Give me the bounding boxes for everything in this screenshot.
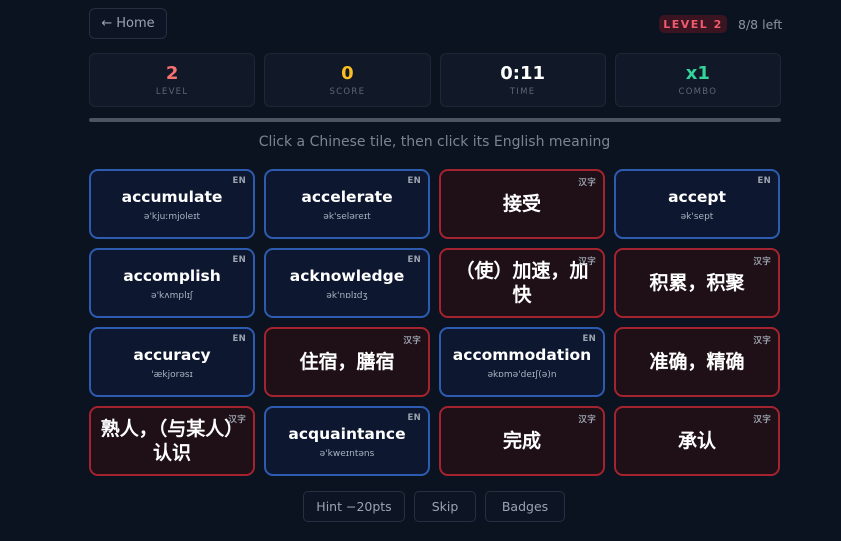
tile-tag: EN	[232, 334, 246, 344]
stat-value: 0:11	[500, 62, 546, 84]
stat-score: 0 SCORE	[264, 53, 431, 107]
english-tile[interactable]: EN accommodation əkɒmə'deɪʃ(ə)n	[439, 327, 605, 397]
skip-button[interactable]: Skip	[414, 491, 476, 522]
chinese-tile[interactable]: 汉字 熟人，（与某人）认识	[89, 406, 255, 476]
tile-chinese-text: 准确，精确	[649, 351, 745, 373]
tile-tag: EN	[757, 176, 771, 186]
tile-chinese-text: 积累，积聚	[649, 272, 745, 294]
footer-actions: Hint −20pts Skip Badges	[303, 491, 565, 522]
tile-tag: EN	[407, 176, 421, 186]
tile-word: accommodation	[452, 345, 592, 364]
stat-label: COMBO	[678, 86, 718, 97]
stat-value: 0	[341, 62, 354, 84]
badges-button[interactable]: Badges	[485, 491, 565, 522]
tile-tag: 汉字	[753, 415, 771, 425]
tile-chinese-text: 住宿，膳宿	[299, 351, 395, 373]
chinese-tile[interactable]: 汉字接受	[439, 169, 605, 239]
english-tile[interactable]: EN acknowledge ək'nɒlɪdʒ	[264, 248, 430, 318]
chinese-tile[interactable]: 汉字承认	[614, 406, 780, 476]
left-arrow-icon: ←	[101, 16, 113, 31]
stats-bar: 2 LEVEL 0 SCORE 0:11 TIME x1 COMBO	[89, 53, 781, 107]
chinese-tile[interactable]: 汉字 积累，积聚	[614, 248, 780, 318]
tile-tag: EN	[407, 413, 421, 423]
tile-tag: 汉字	[753, 257, 771, 267]
home-label: Home	[116, 16, 155, 31]
tile-tag: EN	[232, 255, 246, 265]
chinese-tile[interactable]: 汉字完成	[439, 406, 605, 476]
tile-word: accomplish	[123, 266, 221, 285]
home-button[interactable]: ← Home	[89, 8, 167, 39]
english-tile[interactable]: EN accomplish ə'kʌmplɪʃ	[89, 248, 255, 318]
chinese-tile[interactable]: 汉字 准确，精确	[614, 327, 780, 397]
tile-tag: 汉字	[578, 257, 596, 267]
tile-phonetic: ək'seləreɪt	[323, 211, 371, 222]
stat-time: 0:11 TIME	[439, 53, 606, 107]
remaining-count: 8/8 left	[738, 16, 783, 32]
tile-phonetic: 'ækjorəsɪ	[151, 369, 193, 380]
tile-phonetic: ək'sept	[680, 211, 714, 222]
tile-tag: 汉字	[753, 336, 771, 346]
tile-chinese-text: 承认	[677, 430, 716, 452]
tile-tag: EN	[582, 334, 596, 344]
progress-fill	[89, 118, 781, 122]
tile-phonetic: ə'kweɪntəns	[319, 448, 375, 459]
tile-word: accelerate	[301, 187, 393, 206]
tile-phonetic: əkɒmə'deɪʃ(ə)n	[487, 369, 557, 380]
tile-tag: 汉字	[578, 415, 596, 425]
english-tile[interactable]: EN accept ək'sept	[614, 169, 780, 239]
tile-word: acquaintance	[288, 424, 406, 443]
tile-tag: 汉字	[578, 178, 596, 188]
tile-word: accuracy	[133, 345, 211, 364]
english-tile[interactable]: EN acquaintance ə'kweɪntəns	[264, 406, 430, 476]
tile-tag: EN	[232, 176, 246, 186]
tile-phonetic: ə'kjuːmjoleɪt	[143, 211, 201, 222]
chinese-tile[interactable]: 汉字 （使）加速，加快	[439, 248, 605, 318]
stat-value: x1	[685, 62, 710, 84]
tile-chinese-text: 完成	[502, 430, 541, 452]
english-tile[interactable]: EN accumulate ə'kjuːmjoleɪt	[89, 169, 255, 239]
stat-value: 2	[165, 62, 179, 84]
progress-bar	[89, 118, 781, 122]
stat-label: LEVEL	[155, 86, 189, 97]
tile-grid: EN accumulate ə'kjuːmjoleɪt EN accelerate ək'…	[89, 169, 781, 478]
english-tile[interactable]: EN accuracy 'ækjorəsɪ	[89, 327, 255, 397]
english-tile[interactable]: EN accelerate ək'seləreɪt	[264, 169, 430, 239]
hint-button[interactable]: Hint −20pts	[303, 491, 405, 522]
level-badge: LEVEL 2	[659, 15, 727, 33]
tile-word: acknowledge	[289, 266, 405, 285]
stat-label: SCORE	[329, 86, 366, 97]
stat-level: 2 LEVEL	[89, 53, 256, 107]
stat-label: TIME	[509, 86, 536, 97]
tile-word: accumulate	[121, 187, 223, 206]
stat-combo: x1 COMBO	[614, 53, 781, 107]
instruction-text: Click a Chinese tile, then click its Eng…	[258, 134, 611, 150]
tile-tag: 汉字	[403, 336, 421, 346]
tile-word: accept	[668, 187, 726, 206]
tile-tag: 汉字	[228, 415, 246, 425]
tile-chinese-text: 接受	[502, 193, 541, 215]
game-screen: ← Home LEVEL 2 8/8 left 2 LEVEL 0 SCORE …	[0, 0, 841, 541]
tile-tag: EN	[407, 255, 421, 265]
tile-phonetic: ək'nɒlɪdʒ	[326, 290, 368, 301]
chinese-tile[interactable]: 汉字 住宿，膳宿	[264, 327, 430, 397]
tile-phonetic: ə'kʌmplɪʃ	[151, 290, 193, 301]
